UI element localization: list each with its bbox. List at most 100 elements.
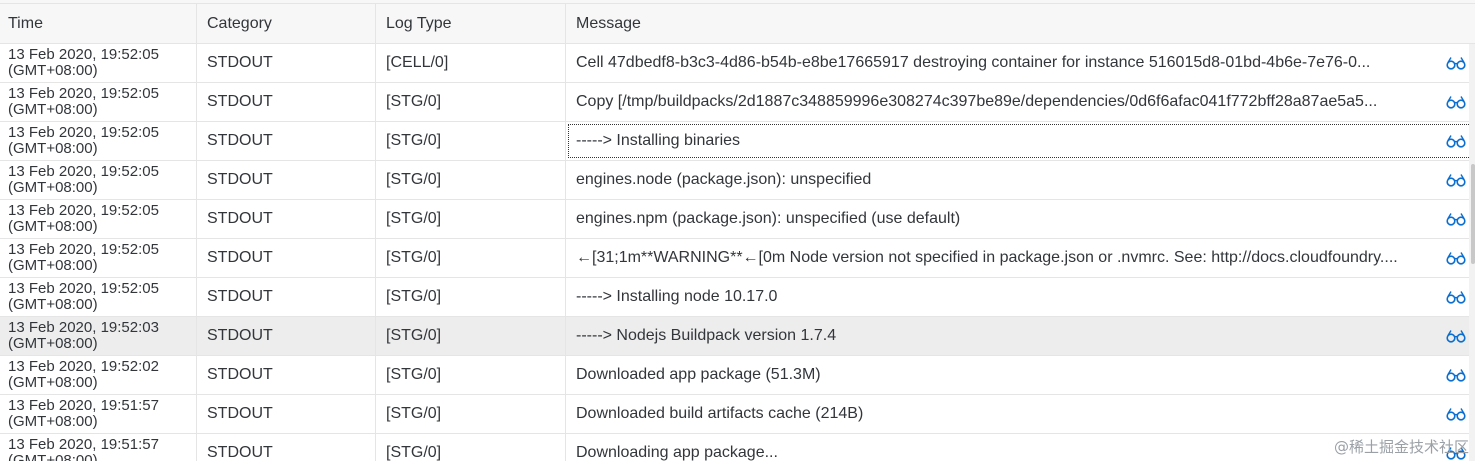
- time-zone: (GMT+08:00): [8, 374, 98, 391]
- cell-message[interactable]: -----> Installing binaries: [566, 122, 1475, 160]
- cell-log-type: [CELL/0]: [376, 44, 566, 82]
- cell-category: STDOUT: [197, 239, 376, 277]
- cell-message[interactable]: Cell 47dbedf8-b3c3-4d86-b54b-e8be1766591…: [566, 44, 1475, 82]
- cell-log-type: [STG/0]: [376, 200, 566, 238]
- log-table: Time Category Log Type Message 13 Feb 20…: [0, 4, 1475, 461]
- cell-message[interactable]: engines.node (package.json): unspecified: [566, 161, 1475, 199]
- table-row[interactable]: 13 Feb 2020, 19:52:05 (GMT+08:00) STDOUT [C…: [0, 44, 1475, 83]
- time-date: 13 Feb 2020, 19:51:57: [8, 436, 159, 453]
- message-text: engines.node (package.json): unspecified: [576, 171, 872, 188]
- time-zone: (GMT+08:00): [8, 62, 98, 79]
- message-text: Cell 47dbedf8-b3c3-4d86-b54b-e8be1766591…: [576, 54, 1371, 71]
- cell-time: 13 Feb 2020, 19:52:03 (GMT+08:00): [0, 317, 197, 355]
- table-body: 13 Feb 2020, 19:52:05 (GMT+08:00) STDOUT [C…: [0, 44, 1475, 461]
- glasses-icon[interactable]: [1445, 328, 1467, 344]
- glasses-icon[interactable]: [1445, 55, 1467, 71]
- cell-time: 13 Feb 2020, 19:51:57 (GMT+08:00): [0, 395, 197, 433]
- cell-message[interactable]: Downloaded build artifacts cache (214B): [566, 395, 1475, 433]
- table-header: Time Category Log Type Message: [0, 4, 1475, 44]
- scrollbar-thumb[interactable]: [1471, 164, 1475, 264]
- cell-category: STDOUT: [197, 83, 376, 121]
- cell-log-type: [STG/0]: [376, 239, 566, 277]
- cell-category: STDOUT: [197, 356, 376, 394]
- message-text: Downloaded build artifacts cache (214B): [576, 405, 864, 422]
- cell-category: STDOUT: [197, 200, 376, 238]
- time-zone: (GMT+08:00): [8, 179, 98, 196]
- time-zone: (GMT+08:00): [8, 413, 98, 430]
- table-row[interactable]: 13 Feb 2020, 19:52:02 (GMT+08:00) STDOUT [S…: [0, 356, 1475, 395]
- table-row[interactable]: 13 Feb 2020, 19:52:05 (GMT+08:00) STDOUT [S…: [0, 200, 1475, 239]
- time-date: 13 Feb 2020, 19:52:05: [8, 280, 159, 297]
- cell-message[interactable]: engines.npm (package.json): unspecified …: [566, 200, 1475, 238]
- cell-category: STDOUT: [197, 161, 376, 199]
- time-date: 13 Feb 2020, 19:52:05: [8, 124, 159, 141]
- cell-message[interactable]: -----> Installing node 10.17.0: [566, 278, 1475, 316]
- cell-log-type: [STG/0]: [376, 161, 566, 199]
- time-date: 13 Feb 2020, 19:51:57: [8, 397, 159, 414]
- cell-message[interactable]: Copy [/tmp/buildpacks/2d1887c348859996e3…: [566, 83, 1475, 121]
- cell-category: STDOUT: [197, 317, 376, 355]
- table-row[interactable]: 13 Feb 2020, 19:52:05 (GMT+08:00) STDOUT [S…: [0, 161, 1475, 200]
- table-row[interactable]: 13 Feb 2020, 19:51:57 (GMT+08:00) STDOUT [S…: [0, 434, 1475, 461]
- cell-time: 13 Feb 2020, 19:52:05 (GMT+08:00): [0, 161, 197, 199]
- cell-time: 13 Feb 2020, 19:52:05 (GMT+08:00): [0, 122, 197, 160]
- watermark: @稀土掘金技术社区: [1333, 438, 1469, 456]
- cell-category: STDOUT: [197, 44, 376, 82]
- cell-category: STDOUT: [197, 395, 376, 433]
- glasses-icon[interactable]: [1445, 406, 1467, 422]
- cell-log-type: [STG/0]: [376, 395, 566, 433]
- message-text: Copy [/tmp/buildpacks/2d1887c348859996e3…: [576, 93, 1378, 110]
- time-date: 13 Feb 2020, 19:52:05: [8, 202, 159, 219]
- message-text: -----> Installing node 10.17.0: [576, 288, 778, 305]
- cell-category: STDOUT: [197, 122, 376, 160]
- vertical-scrollbar[interactable]: [1469, 44, 1475, 461]
- cell-time: 13 Feb 2020, 19:52:05 (GMT+08:00): [0, 239, 197, 277]
- glasses-icon[interactable]: [1445, 367, 1467, 383]
- column-header-message[interactable]: Message: [566, 4, 1475, 43]
- table-row[interactable]: 13 Feb 2020, 19:52:03 (GMT+08:00) STDOUT [S…: [0, 317, 1475, 356]
- column-header-log-type[interactable]: Log Type: [376, 4, 566, 43]
- message-text: engines.npm (package.json): unspecified …: [576, 210, 961, 227]
- table-row[interactable]: 13 Feb 2020, 19:51:57 (GMT+08:00) STDOUT [S…: [0, 395, 1475, 434]
- message-text: -----> Nodejs Buildpack version 1.7.4: [576, 327, 837, 344]
- cell-category: STDOUT: [197, 278, 376, 316]
- time-zone: (GMT+08:00): [8, 335, 98, 352]
- cell-time: 13 Feb 2020, 19:52:05 (GMT+08:00): [0, 200, 197, 238]
- cell-message[interactable]: ←[31;1m**WARNING**←[0m Node version not …: [566, 239, 1475, 277]
- column-header-category[interactable]: Category: [197, 4, 376, 43]
- table-row[interactable]: 13 Feb 2020, 19:52:05 (GMT+08:00) STDOUT [S…: [0, 239, 1475, 278]
- cell-log-type: [STG/0]: [376, 122, 566, 160]
- time-date: 13 Feb 2020, 19:52:05: [8, 46, 159, 63]
- cell-time: 13 Feb 2020, 19:52:02 (GMT+08:00): [0, 356, 197, 394]
- glasses-icon[interactable]: [1445, 250, 1467, 266]
- cell-log-type: [STG/0]: [376, 317, 566, 355]
- glasses-icon[interactable]: [1445, 172, 1467, 188]
- time-date: 13 Feb 2020, 19:52:05: [8, 241, 159, 258]
- glasses-icon[interactable]: [1445, 211, 1467, 227]
- cell-log-type: [STG/0]: [376, 356, 566, 394]
- time-zone: (GMT+08:00): [8, 452, 98, 461]
- glasses-icon[interactable]: [1445, 94, 1467, 110]
- cell-time: 13 Feb 2020, 19:51:57 (GMT+08:00): [0, 434, 197, 461]
- time-zone: (GMT+08:00): [8, 257, 98, 274]
- cell-category: STDOUT: [197, 434, 376, 461]
- message-text: Downloading app package...: [576, 444, 778, 461]
- time-zone: (GMT+08:00): [8, 140, 98, 157]
- table-row[interactable]: 13 Feb 2020, 19:52:05 (GMT+08:00) STDOUT [S…: [0, 278, 1475, 317]
- glasses-icon[interactable]: [1445, 289, 1467, 305]
- cell-time: 13 Feb 2020, 19:52:05 (GMT+08:00): [0, 83, 197, 121]
- glasses-icon[interactable]: [1445, 133, 1467, 149]
- cell-message[interactable]: -----> Nodejs Buildpack version 1.7.4: [566, 317, 1475, 355]
- time-date: 13 Feb 2020, 19:52:05: [8, 85, 159, 102]
- time-date: 13 Feb 2020, 19:52:02: [8, 358, 159, 375]
- time-date: 13 Feb 2020, 19:52:05: [8, 163, 159, 180]
- message-text: Downloaded app package (51.3M): [576, 366, 821, 383]
- time-date: 13 Feb 2020, 19:52:03: [8, 319, 159, 336]
- cell-message[interactable]: Downloaded app package (51.3M): [566, 356, 1475, 394]
- table-row[interactable]: 13 Feb 2020, 19:52:05 (GMT+08:00) STDOUT [S…: [0, 83, 1475, 122]
- cell-time: 13 Feb 2020, 19:52:05 (GMT+08:00): [0, 44, 197, 82]
- column-header-time[interactable]: Time: [0, 4, 197, 43]
- cell-log-type: [STG/0]: [376, 434, 566, 461]
- time-zone: (GMT+08:00): [8, 218, 98, 235]
- table-row[interactable]: 13 Feb 2020, 19:52:05 (GMT+08:00) STDOUT [S…: [0, 122, 1475, 161]
